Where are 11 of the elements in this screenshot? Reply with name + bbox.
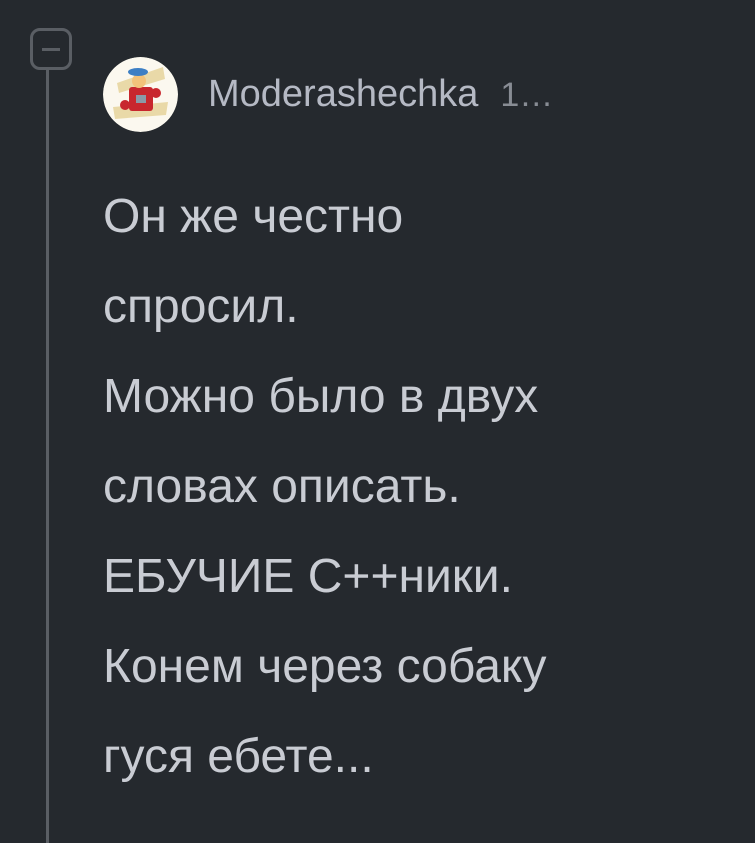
- minus-icon: [42, 48, 60, 50]
- comment-time: 1…: [500, 75, 554, 116]
- comment-text-line: словах описать.: [103, 459, 462, 515]
- comment-text-line: Можно было в двух: [103, 369, 540, 425]
- comment-text-line: Конем через собаку: [103, 639, 548, 695]
- comment-text-line: спросил.: [103, 279, 300, 335]
- comment-text-line: гуся ебете...: [103, 729, 375, 785]
- collapse-button[interactable]: [30, 28, 72, 70]
- comment-text-line: Он же честно: [103, 189, 404, 245]
- comment-text-line: ЕБУЧИЕ С++ники.: [103, 549, 514, 605]
- author-name[interactable]: Moderashechka: [208, 66, 478, 123]
